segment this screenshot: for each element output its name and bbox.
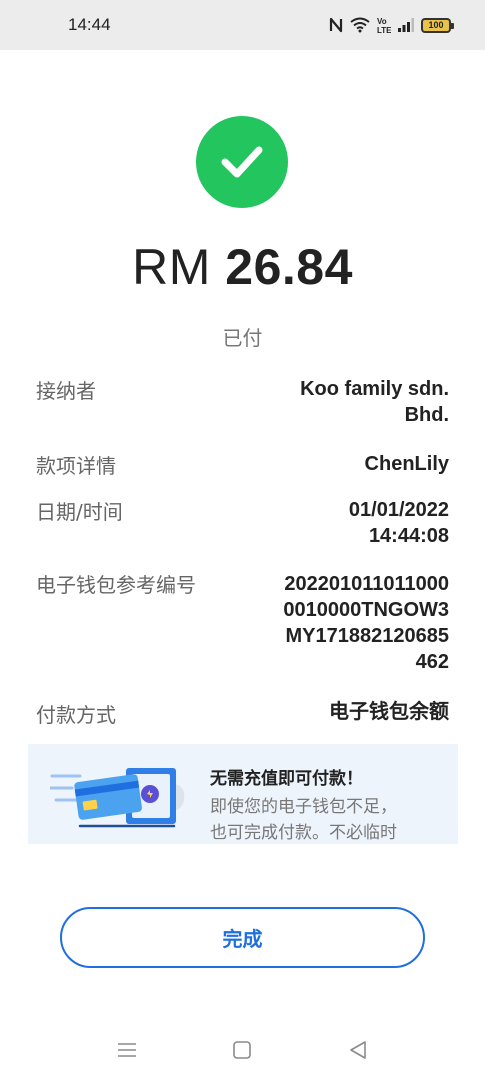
detail-value-recipient: Koo family sdn. Bhd. (300, 376, 449, 428)
detail-label-recipient: 接纳者 (36, 379, 96, 403)
reference-line-3: MY171882120685 (285, 625, 449, 647)
status-time: 14:44 (68, 15, 111, 34)
success-check-icon (196, 116, 288, 208)
done-button[interactable]: 完成 (60, 907, 425, 968)
promo-description: 即使您的电子钱包不足， 也可完成付款。不必临时 (210, 794, 450, 844)
detail-value-method: 电子钱包余额 (329, 701, 449, 723)
reference-line-4: 462 (415, 651, 449, 673)
wifi-icon (350, 17, 370, 33)
battery-icon: 100 (421, 17, 454, 33)
detail-row-reference: 电子钱包参考编号 202201011011000 0010000TNGOW3 M… (36, 569, 449, 675)
detail-label-reference: 电子钱包参考编号 (36, 573, 196, 597)
status-bar: 14:44 Vo LTE 100 (0, 0, 485, 50)
svg-text:LTE: LTE (377, 26, 391, 34)
time-line: 14:44:08 (368, 525, 449, 547)
amount-value: 26.84 (225, 239, 353, 295)
date-line: 01/01/2022 (348, 499, 449, 521)
promo-desc-line-2: 也可完成付款。不必临时 (210, 823, 397, 843)
back-icon[interactable] (343, 1035, 373, 1065)
reference-line-2: 0010000TNGOW3 (283, 599, 449, 621)
amount-currency: RM (132, 239, 211, 295)
payment-status: 已付 (222, 326, 263, 350)
detail-value-payment-detail: ChenLily (364, 453, 449, 475)
menu-icon[interactable] (112, 1035, 142, 1065)
battery-level: 100 (428, 20, 444, 30)
recipient-line-1: Koo family sdn. (300, 378, 449, 400)
signal-icon (398, 18, 414, 32)
detail-row-datetime: 日期/时间 01/01/2022 14:44:08 (36, 496, 449, 549)
home-icon[interactable] (227, 1035, 257, 1065)
detail-row-payment-detail: 款项详情 ChenLily (36, 450, 449, 479)
svg-text:Vo: Vo (377, 17, 387, 26)
payment-amount: RM 26.84 (0, 238, 485, 296)
detail-row-method: 付款方式 电子钱包余额 (36, 699, 449, 728)
navigation-bar (0, 1020, 485, 1080)
reference-line-1: 202201011011000 (284, 573, 449, 595)
detail-value-reference: 202201011011000 0010000TNGOW3 MY17188212… (283, 571, 449, 675)
detail-row-recipient: 接纳者 Koo family sdn. Bhd. (36, 375, 449, 428)
detail-label-method: 付款方式 (36, 703, 116, 727)
detail-label-payment-detail: 款项详情 (36, 454, 116, 478)
card-payment-illustration-icon (50, 768, 185, 828)
detail-label-datetime: 日期/时间 (36, 500, 123, 524)
promo-title: 无需充值即可付款！ (210, 769, 363, 789)
nfc-icon (329, 17, 343, 33)
volte-icon: Vo LTE (377, 17, 391, 34)
promo-desc-line-1: 即使您的电子钱包不足， (210, 797, 397, 817)
detail-value-datetime: 01/01/2022 14:44:08 (349, 497, 449, 549)
promo-banner[interactable]: 无需充值即可付款！ 即使您的电子钱包不足， 也可完成付款。不必临时 (28, 744, 458, 844)
recipient-line-2: Bhd. (404, 404, 449, 426)
status-icons: Vo LTE 100 (329, 16, 454, 34)
